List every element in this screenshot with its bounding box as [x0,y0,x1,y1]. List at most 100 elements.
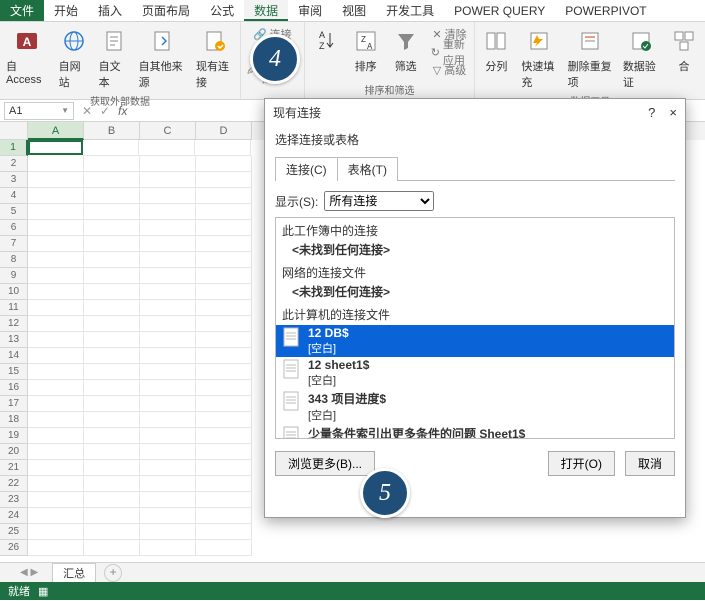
cell[interactable] [28,492,84,508]
cell[interactable] [196,252,252,268]
row-header[interactable]: 3 [0,172,28,188]
cell[interactable] [140,412,196,428]
row-header[interactable]: 23 [0,492,28,508]
cell[interactable] [140,524,196,540]
cell[interactable] [28,236,84,252]
row-header[interactable]: 20 [0,444,28,460]
row-header[interactable]: 10 [0,284,28,300]
tab-insert[interactable]: 插入 [88,0,132,21]
tab-power-query[interactable]: POWER QUERY [444,0,555,21]
row-header[interactable]: 22 [0,476,28,492]
cell[interactable] [28,300,84,316]
row-header[interactable]: 14 [0,348,28,364]
cell[interactable] [196,316,252,332]
cell[interactable] [28,204,84,220]
cell[interactable] [84,364,140,380]
macro-record-icon[interactable]: ▦ [38,585,48,598]
cell[interactable] [84,316,140,332]
cell[interactable] [140,540,196,556]
tab-home[interactable]: 开始 [44,0,88,21]
dialog-tab-connections[interactable]: 连接(C) [275,157,338,181]
row-header[interactable]: 15 [0,364,28,380]
cell[interactable] [196,476,252,492]
cell[interactable] [195,140,251,156]
cell[interactable] [28,188,84,204]
cell[interactable] [84,540,140,556]
row-header[interactable]: 17 [0,396,28,412]
row-header[interactable]: 6 [0,220,28,236]
cell[interactable] [140,428,196,444]
cell[interactable] [196,460,252,476]
cell[interactable] [140,172,196,188]
cell[interactable] [196,540,252,556]
tab-powerpivot[interactable]: POWERPIVOT [555,0,656,21]
cell[interactable] [84,396,140,412]
cell[interactable] [84,300,140,316]
row-header[interactable]: 7 [0,236,28,252]
cell[interactable] [140,396,196,412]
cell[interactable] [84,524,140,540]
cell[interactable] [28,396,84,412]
add-sheet-button[interactable]: + [104,564,122,582]
cell[interactable] [196,220,252,236]
cell[interactable] [140,204,196,220]
cell[interactable] [84,204,140,220]
cell[interactable] [28,140,83,155]
cell[interactable] [196,428,252,444]
cell[interactable] [196,444,252,460]
row-header[interactable]: 21 [0,460,28,476]
cell[interactable] [84,268,140,284]
row-header[interactable]: 24 [0,508,28,524]
fx-icon[interactable]: fx [118,104,127,118]
cell[interactable] [28,380,84,396]
tab-page-layout[interactable]: 页面布局 [132,0,200,21]
row-header[interactable]: 5 [0,204,28,220]
cell[interactable] [28,348,84,364]
cell[interactable] [196,396,252,412]
cell[interactable] [28,364,84,380]
data-validation-button[interactable]: 数据验证 [621,24,661,92]
text-to-columns-button[interactable]: 分列 [479,24,513,76]
from-web-button[interactable]: 自网站 [57,24,91,92]
cell[interactable] [196,236,252,252]
list-item[interactable]: 12 sheet1$[空白] [276,357,674,389]
name-box[interactable]: A1 ▼ [4,102,74,120]
cell[interactable] [140,268,196,284]
row-header[interactable]: 9 [0,268,28,284]
cell[interactable] [140,284,196,300]
row-header[interactable]: 26 [0,540,28,556]
cell[interactable] [28,268,84,284]
row-header[interactable]: 19 [0,428,28,444]
tab-view[interactable]: 视图 [332,0,376,21]
cell[interactable] [196,492,252,508]
cell[interactable] [140,236,196,252]
row-header[interactable]: 25 [0,524,28,540]
advanced-filter-button[interactable]: ▽高级 [433,62,466,78]
cell[interactable] [196,332,252,348]
cell[interactable] [84,476,140,492]
cell[interactable] [140,460,196,476]
cell[interactable] [140,492,196,508]
browse-more-button[interactable]: 浏览更多(B)... [275,451,375,476]
cell[interactable] [196,412,252,428]
cell[interactable] [28,524,84,540]
row-header[interactable]: 12 [0,316,28,332]
cell[interactable] [84,252,140,268]
cell[interactable] [28,508,84,524]
dialog-tab-tables[interactable]: 表格(T) [337,157,398,181]
cell[interactable] [140,364,196,380]
cell[interactable] [140,348,196,364]
cell[interactable] [140,508,196,524]
list-item[interactable]: 343 项目进度$[空白] [276,389,674,424]
col-header-a[interactable]: A [28,122,84,140]
cell[interactable] [140,220,196,236]
cell[interactable] [196,284,252,300]
cell[interactable] [84,188,140,204]
from-other-button[interactable]: 自其他来源 [137,24,188,92]
cell[interactable] [84,444,140,460]
cell[interactable] [28,220,84,236]
dialog-help-button[interactable]: ? [648,105,655,120]
filter-select[interactable]: 所有连接 [324,191,434,211]
tab-data[interactable]: 数据 [244,0,288,21]
from-text-button[interactable]: 自文本 [97,24,131,92]
